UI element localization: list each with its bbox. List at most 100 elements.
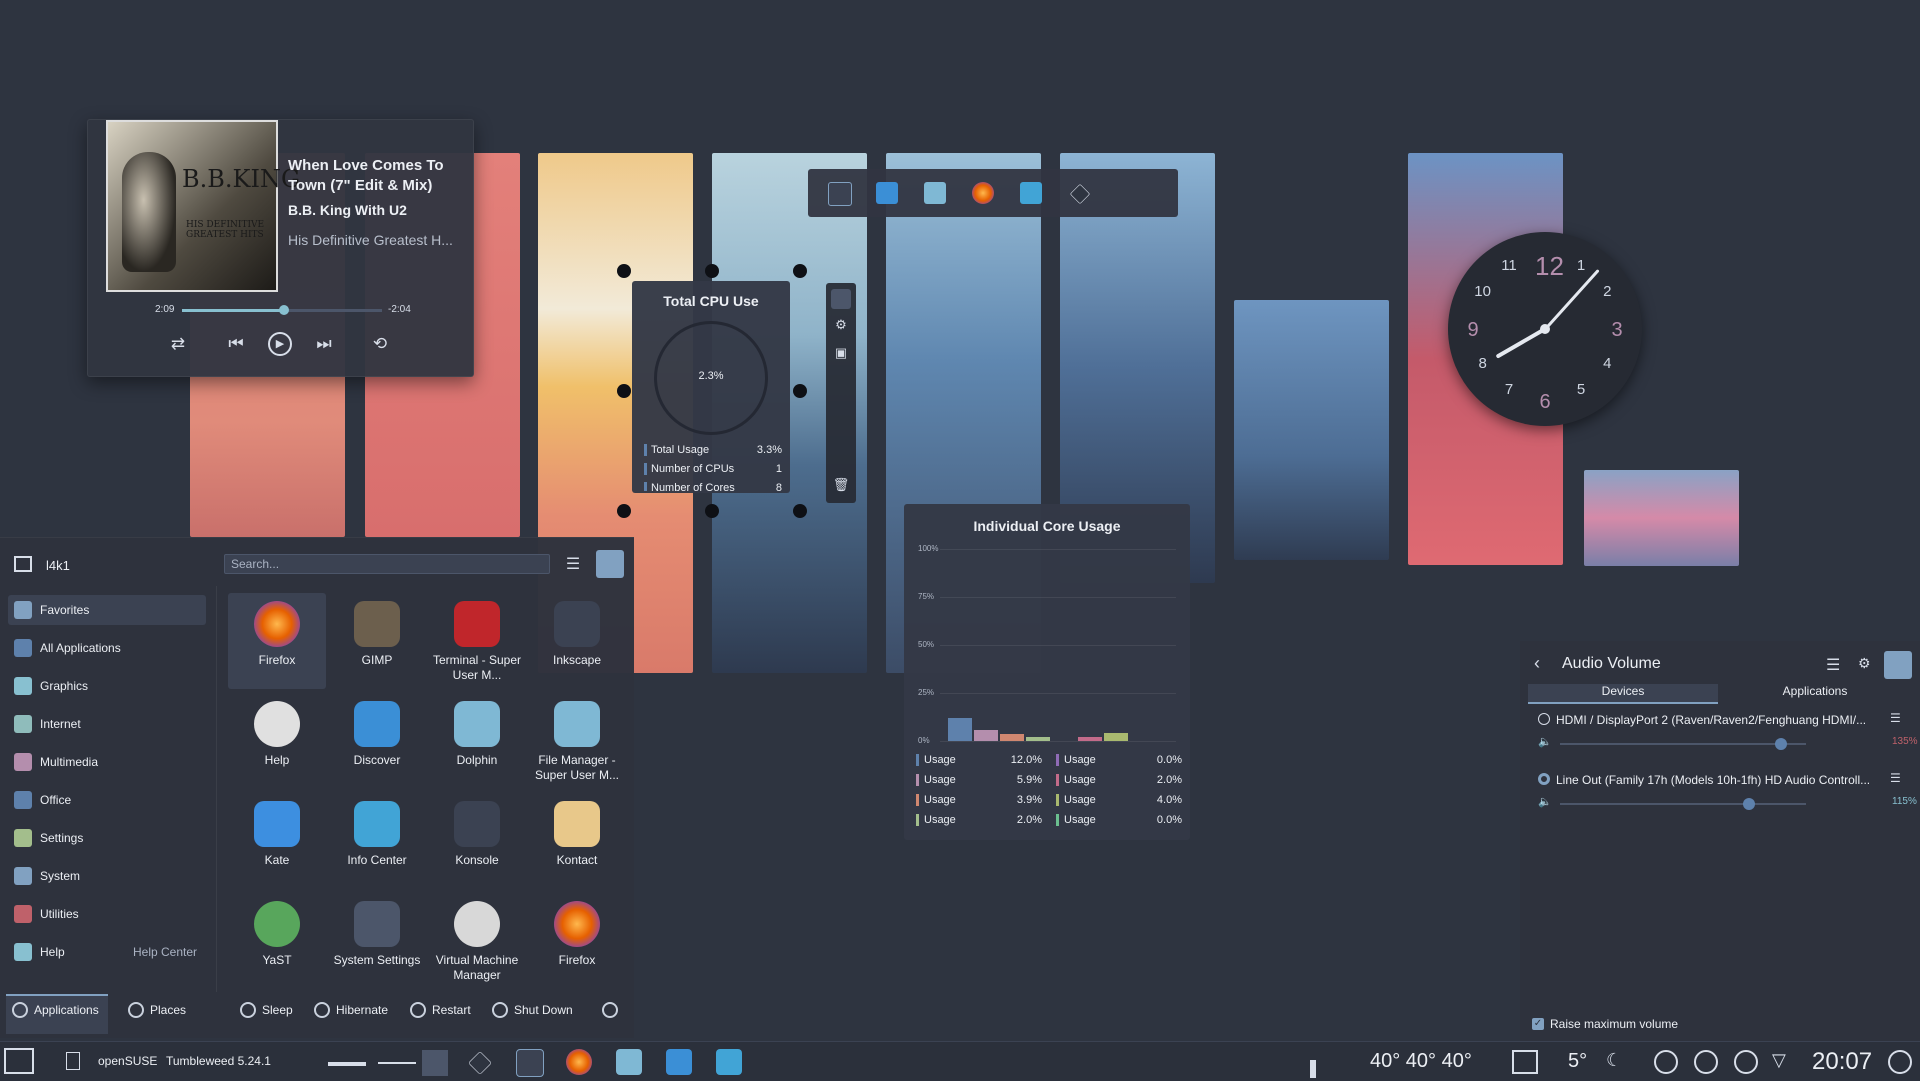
leave-button[interactable] xyxy=(602,1002,624,1018)
night-mode-icon[interactable]: ☾ xyxy=(1606,1050,1622,1071)
firefox-icon[interactable] xyxy=(972,182,994,204)
dolphin-icon[interactable] xyxy=(616,1049,642,1075)
app-tile[interactable]: Inkscape xyxy=(528,593,626,689)
category-item[interactable]: Favorites xyxy=(8,595,206,625)
app-tile[interactable]: File Manager - Super User M... xyxy=(528,693,626,789)
app-tile[interactable]: Discover xyxy=(328,693,426,789)
resize-handle[interactable] xyxy=(793,384,807,398)
shutdown-icon xyxy=(492,1002,508,1018)
app-tile[interactable]: Kontact xyxy=(528,793,626,889)
remaining-time: -2:04 xyxy=(388,304,411,315)
tab-devices[interactable]: Devices xyxy=(1528,684,1718,704)
pin-icon[interactable] xyxy=(596,550,624,578)
category-item[interactable]: Settings xyxy=(8,823,206,853)
volume-slider[interactable] xyxy=(1560,738,1806,750)
device-menu-icon[interactable]: ☰ xyxy=(1890,711,1901,725)
power-icon[interactable] xyxy=(1888,1050,1912,1074)
previous-button[interactable]: ⏮ xyxy=(224,332,248,356)
move-icon[interactable] xyxy=(831,289,851,309)
resize-handle[interactable] xyxy=(793,504,807,518)
category-item[interactable]: Graphics xyxy=(8,671,206,701)
app-tile[interactable]: Info Center xyxy=(328,793,426,889)
discover-icon[interactable] xyxy=(876,182,898,204)
seek-bar[interactable] xyxy=(182,305,382,315)
app-tile[interactable]: Virtual Machine Manager xyxy=(428,893,526,989)
app-tile[interactable]: System Settings xyxy=(328,893,426,989)
clock-time[interactable]: 20:07 xyxy=(1812,1048,1872,1076)
resize-handle[interactable] xyxy=(793,264,807,278)
repeat-icon: ⟲ xyxy=(372,334,388,353)
analog-clock: 12 1 2 3 4 5 6 7 8 9 10 11 xyxy=(1448,232,1642,426)
category-item[interactable]: Multimedia xyxy=(8,747,206,777)
default-device-radio[interactable] xyxy=(1538,713,1550,725)
shutdown-button[interactable]: Shut Down xyxy=(492,1002,573,1018)
tab-applications[interactable]: Applications xyxy=(1720,684,1910,702)
application-launcher-icon[interactable] xyxy=(4,1048,34,1074)
speaker-icon[interactable]: 🔈 xyxy=(1538,795,1552,808)
volume-handle[interactable] xyxy=(1775,738,1788,750)
trash-icon[interactable]: 🗑 xyxy=(831,477,851,497)
hibernate-button[interactable]: Hibernate xyxy=(314,1002,388,1018)
restart-button[interactable]: Restart xyxy=(410,1002,471,1018)
app-tile[interactable]: Konsole xyxy=(428,793,526,889)
tab-applications[interactable]: Applications xyxy=(12,1002,99,1018)
resize-handle[interactable] xyxy=(617,264,631,278)
settings-icon[interactable]: ▣ xyxy=(831,345,851,365)
category-item[interactable]: Internet xyxy=(8,709,206,739)
menu-icon[interactable]: ☰ xyxy=(1826,655,1840,675)
resize-handle[interactable] xyxy=(705,264,719,278)
back-icon[interactable]: ‹ xyxy=(1534,653,1540,674)
volume-tray-icon[interactable] xyxy=(1694,1050,1718,1074)
device-menu-icon[interactable]: ☰ xyxy=(1890,771,1901,785)
resize-handle[interactable] xyxy=(617,384,631,398)
next-button[interactable]: ⏭ xyxy=(312,332,336,356)
configure-icon[interactable]: ⚙ xyxy=(1858,655,1871,672)
speaker-icon[interactable]: 🔈 xyxy=(1538,735,1552,748)
app-tile[interactable]: GIMP xyxy=(328,593,426,689)
firefox-icon[interactable] xyxy=(566,1049,592,1075)
dolphin-icon[interactable] xyxy=(924,182,946,204)
workspace-icon[interactable] xyxy=(422,1050,448,1076)
default-device-radio[interactable] xyxy=(1538,773,1550,785)
configure-icon[interactable]: ☰ xyxy=(563,554,583,574)
updates-icon[interactable] xyxy=(1654,1050,1678,1074)
category-item[interactable]: Utilities xyxy=(8,899,206,929)
launcher-footer: Applications Places Sleep Hibernate Rest… xyxy=(0,992,634,1034)
raise-max-volume-checkbox[interactable]: ✓ Raise maximum volume xyxy=(1532,1017,1678,1031)
category-item[interactable]: All Applications xyxy=(8,633,206,663)
app-tile[interactable]: Firefox xyxy=(528,893,626,989)
system-settings-icon[interactable] xyxy=(828,182,852,206)
volume-handle[interactable] xyxy=(1742,798,1755,810)
discover-icon[interactable] xyxy=(666,1049,692,1075)
app-tile[interactable]: Help xyxy=(228,693,326,789)
network-icon[interactable]: ▽ xyxy=(1772,1050,1786,1071)
app-tile[interactable]: Terminal - Super User M... xyxy=(428,593,526,689)
seek-handle[interactable] xyxy=(279,305,289,315)
resize-handle[interactable] xyxy=(705,504,719,518)
app-tile[interactable]: Dolphin xyxy=(428,693,526,789)
play-button[interactable]: ▶ xyxy=(268,332,292,356)
category-item[interactable]: Office xyxy=(8,785,206,815)
configure-icon[interactable]: ⚙ xyxy=(831,317,851,337)
app-tile[interactable]: Kate xyxy=(228,793,326,889)
info-center-icon[interactable] xyxy=(716,1049,742,1075)
repeat-button[interactable]: ⟲ xyxy=(368,332,392,356)
volume-slider[interactable] xyxy=(1560,798,1806,810)
category-item[interactable]: System xyxy=(8,861,206,891)
app-tile[interactable]: Firefox xyxy=(228,593,326,689)
resize-handle[interactable] xyxy=(617,504,631,518)
system-settings-icon[interactable] xyxy=(516,1049,544,1077)
app-tile[interactable]: YaST xyxy=(228,893,326,989)
pin-icon[interactable] xyxy=(1884,651,1912,679)
inkscape-icon[interactable] xyxy=(468,1051,492,1075)
info-center-icon[interactable] xyxy=(1020,182,1042,204)
tab-places[interactable]: Places xyxy=(128,1002,186,1018)
inkscape-icon[interactable] xyxy=(1069,183,1091,205)
sleep-button[interactable]: Sleep xyxy=(240,1002,293,1018)
shuffle-button[interactable]: ⇄ xyxy=(166,332,190,356)
pager-icon[interactable] xyxy=(66,1052,80,1070)
desktop-icon[interactable] xyxy=(1512,1050,1538,1074)
media-pause-icon[interactable] xyxy=(1734,1050,1758,1074)
search-input[interactable]: Search... xyxy=(224,554,550,574)
gimp-icon xyxy=(354,601,400,647)
